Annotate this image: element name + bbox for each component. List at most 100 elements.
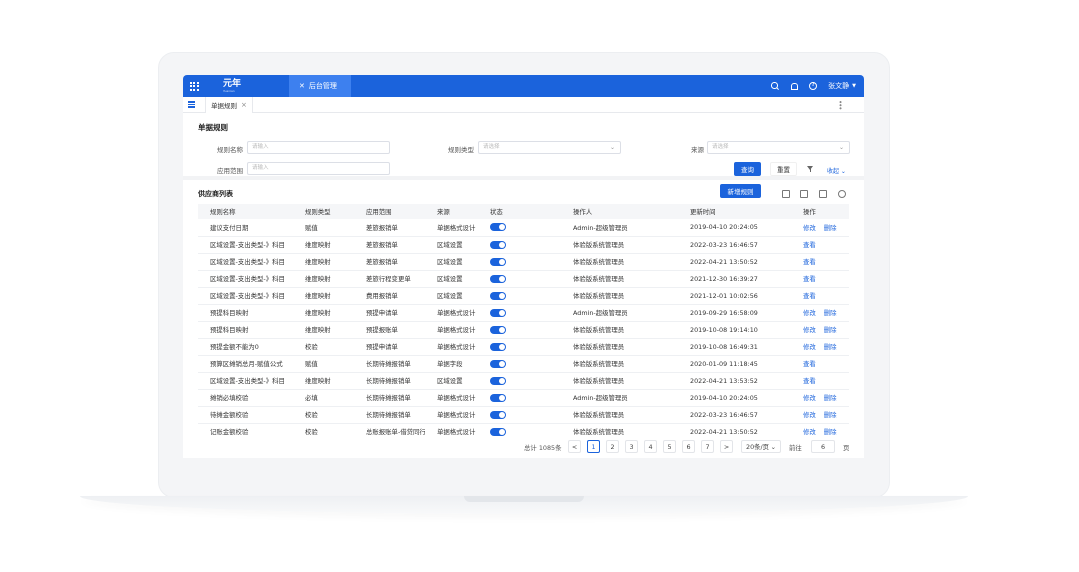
query-button[interactable]: 查询 [734,162,761,176]
brand-logo[interactable]: 元年 Yuanian [205,79,289,93]
status-toggle[interactable] [490,393,506,402]
rule-name-input[interactable]: 请输入 [247,141,390,154]
row-action-link[interactable]: 查看 [803,241,816,249]
status-toggle[interactable] [490,359,506,368]
operator-cell: 体验版系统管理员 [561,236,678,254]
source-cell: 区域设置 [425,253,478,271]
status-cell [478,270,561,288]
filter-icon[interactable] [807,165,815,173]
table-row[interactable]: 区域设置-支出类型-》科目 维度映射 差旅行程变更单 区域设置 体验版系统管理员 2021… [198,270,849,288]
status-toggle[interactable] [490,274,506,283]
nav-tab-admin[interactable]: ✕ 后台管理 [289,75,351,97]
bell-icon[interactable] [790,82,799,90]
column-header: 状态 [478,204,561,219]
hamburger-menu-icon[interactable] [183,101,199,108]
status-toggle[interactable] [490,308,506,317]
add-rule-button[interactable]: 新增规则 [720,184,761,198]
rule-type-cell: 校验 [293,406,354,424]
row-action-link[interactable]: 删除 [824,428,837,436]
apps-grid-icon[interactable] [183,75,205,97]
status-toggle[interactable] [490,376,506,385]
list-header: 供应商列表 新增规则 [183,180,864,206]
table-row[interactable]: 区域设置-支出类型-》科目 维度映射 长期待摊报销单 区域设置 体验版系统管理员 2022… [198,372,849,390]
table-row[interactable]: 预提科目映射 维度映射 预提报账单 单据格式设计 体验版系统管理员 2019-10-08 … [198,321,849,339]
next-page-button[interactable]: > [720,440,733,453]
row-action-link[interactable]: 删除 [824,309,837,317]
row-action-link[interactable]: 查看 [803,275,816,283]
table-row[interactable]: 预提金额不能为0 校验 预提申请单 单据格式设计 体验版系统管理员 2019-10-08 … [198,338,849,356]
row-action-link[interactable]: 修改 [803,309,816,317]
row-action-link[interactable]: 删除 [824,411,837,419]
status-toggle[interactable] [490,257,506,266]
table-row[interactable]: 待摊金额校验 校验 长期待摊报销单 单据格式设计 体验版系统管理员 2022-03-23 … [198,406,849,424]
rule-name-cell: 预提科目映射 [198,304,293,322]
more-icon[interactable]: ••• [836,100,844,109]
scope-input[interactable]: 请输入 [247,162,390,175]
status-toggle[interactable] [490,240,506,249]
page-button-2[interactable]: 2 [606,440,619,453]
rule-type-cell: 维度映射 [293,236,354,254]
search-icon[interactable] [771,82,779,90]
row-action-link[interactable]: 删除 [824,343,837,351]
status-toggle[interactable] [490,291,506,300]
print-icon[interactable] [819,190,827,198]
settings-icon[interactable] [838,190,846,198]
status-toggle[interactable] [490,427,506,436]
rule-name-cell: 预算区摊销总月-赋值公式 [198,355,293,373]
table-row[interactable]: 记账金额校验 校验 总账报账单-借贷同行 单据格式设计 体验版系统管理员 2022-04-… [198,423,849,436]
row-action-link[interactable]: 删除 [824,326,837,334]
row-action-link[interactable]: 查看 [803,292,816,300]
close-icon[interactable]: × [241,101,247,109]
table-row[interactable]: 区域设置-支出类型-》科目 维度映射 差旅报销单 区域设置 体验版系统管理员 2022-0… [198,236,849,254]
user-menu[interactable]: 张文静 ▼ [828,81,856,91]
status-toggle[interactable] [490,325,506,334]
scope-cell: 预提报账单 [354,321,425,339]
page-tab-rules[interactable]: 单据规则 × [205,96,253,113]
table-row[interactable]: 预算区摊销总月-赋值公式 赋值 长期待摊报销单 单据字段 体验版系统管理员 2020-01… [198,355,849,373]
row-action-link[interactable]: 删除 [824,394,837,402]
rule-name-cell: 摊销必填校验 [198,389,293,407]
table-row[interactable]: 建议支付日期 赋值 差旅报销单 单据格式设计 Admin-超级管理员 2019-04-10… [198,219,849,237]
actions-cell: 修改 删除 [791,406,849,424]
table-row[interactable]: 区域设置-支出类型-》科目 维度映射 差旅报销单 区域设置 体验版系统管理员 2022-0… [198,253,849,271]
reset-button[interactable]: 重置 [770,162,797,176]
row-action-link[interactable]: 查看 [803,258,816,266]
import-icon[interactable] [782,190,790,198]
source-select[interactable]: 请选择 ⌄ [707,141,850,154]
row-action-link[interactable]: 修改 [803,394,816,402]
updated-time-cell: 2019-04-10 20:24:05 [678,389,791,407]
collapse-toggle[interactable]: 收起 ⌄ [827,166,846,175]
updated-time-cell: 2021-12-01 10:02:56 [678,287,791,305]
status-toggle[interactable] [490,342,506,351]
row-action-link[interactable]: 修改 [803,224,816,232]
page-button-7[interactable]: 7 [701,440,714,453]
prev-page-button[interactable]: < [568,440,581,453]
page-button-3[interactable]: 3 [625,440,638,453]
rule-type-select[interactable]: 请选择 ⌄ [478,141,621,154]
row-action-link[interactable]: 查看 [803,360,816,368]
page-button-5[interactable]: 5 [663,440,676,453]
goto-page-input[interactable]: 6 [811,440,835,453]
row-action-link[interactable]: 修改 [803,326,816,334]
rules-table: 规则名称 规则类型 应用范围 来源 状态 操作人 更新时间 操作 建议支付日期 赋值 差旅报销单单… [198,204,849,436]
status-toggle[interactable] [490,410,506,419]
scope-cell: 长期待摊报销单 [354,389,425,407]
help-icon[interactable]: ? [809,82,818,90]
page-size-select[interactable]: 20条/页 ⌄ [741,440,781,453]
page-button-4[interactable]: 4 [644,440,657,453]
page-button-6[interactable]: 6 [682,440,695,453]
rule-type-cell: 校验 [293,423,354,436]
actions-cell: 修改 删除 [791,219,849,237]
table-row[interactable]: 预提科目映射 维度映射 预提申请单 单据格式设计 Admin-超级管理员 2019-09-… [198,304,849,322]
page-button-1[interactable]: 1 [587,440,600,453]
row-action-link[interactable]: 删除 [824,224,837,232]
row-action-link[interactable]: 修改 [803,343,816,351]
row-action-link[interactable]: 修改 [803,411,816,419]
status-toggle[interactable] [490,223,506,232]
table-row[interactable]: 区域设置-支出类型-》科目 维度映射 费用报销单 区域设置 体验版系统管理员 2021-1… [198,287,849,305]
source-cell: 单据格式设计 [425,406,478,424]
row-action-link[interactable]: 修改 [803,428,816,436]
export-icon[interactable] [800,190,808,198]
table-row[interactable]: 摊销必填校验 必填 长期待摊报销单 单据格式设计 Admin-超级管理员 2019-04-… [198,389,849,407]
row-action-link[interactable]: 查看 [803,377,816,385]
